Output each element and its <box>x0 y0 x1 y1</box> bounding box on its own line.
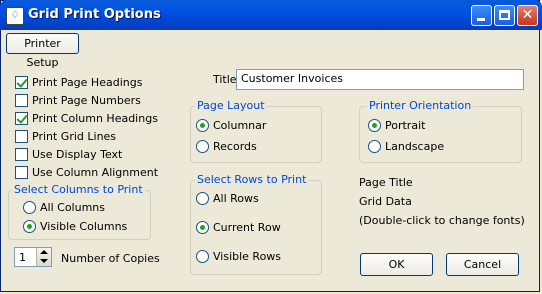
print-page-headings-label: Print Page Headings <box>32 76 143 89</box>
cancel-button[interactable]: Cancel <box>446 253 519 276</box>
stepper-arrows[interactable] <box>36 248 51 266</box>
visible-columns-radio[interactable] <box>23 220 36 233</box>
print-column-headings-checkbox[interactable] <box>15 112 28 125</box>
visible-rows-radio[interactable] <box>196 250 209 263</box>
visible-columns-label: Visible Columns <box>40 220 128 233</box>
page-title-font-sample[interactable]: Page Title <box>359 176 413 189</box>
print-grid-lines-label: Print Grid Lines <box>32 130 117 143</box>
columnar-radio[interactable] <box>196 119 209 132</box>
all-rows-radio[interactable] <box>196 192 209 205</box>
records-radio[interactable] <box>196 140 209 153</box>
stepper-down-icon[interactable] <box>40 259 48 263</box>
maximize-icon <box>499 10 510 20</box>
stepper-up-icon[interactable] <box>40 250 48 254</box>
use-display-text-label: Use Display Text <box>32 148 123 161</box>
use-column-alignment-checkbox[interactable] <box>15 166 28 179</box>
title-field-label: Title <box>213 73 237 86</box>
columnar-label: Columnar <box>213 119 267 132</box>
use-column-alignment-label: Use Column Alignment <box>32 166 159 179</box>
font-change-hint: (Double-click to change fonts) <box>359 214 525 227</box>
landscape-label: Landscape <box>385 140 445 153</box>
print-page-numbers-checkbox[interactable] <box>15 94 28 107</box>
current-row-label: Current Row <box>213 221 281 234</box>
portrait-label: Portrait <box>385 119 426 132</box>
all-columns-radio[interactable] <box>23 201 36 214</box>
records-label: Records <box>213 140 257 153</box>
all-rows-label: All Rows <box>213 192 259 205</box>
grid-data-font-sample[interactable]: Grid Data <box>359 195 412 208</box>
current-row-radio[interactable] <box>196 221 209 234</box>
minimize-icon <box>477 18 485 21</box>
close-button[interactable]: ✕ <box>517 5 538 26</box>
visible-rows-label: Visible Rows <box>213 250 282 263</box>
app-icon: ♢ <box>6 7 24 25</box>
ok-button[interactable]: OK <box>360 253 433 276</box>
landscape-radio[interactable] <box>368 140 381 153</box>
copies-value: 1 <box>19 251 26 264</box>
use-display-text-checkbox[interactable] <box>15 148 28 161</box>
title-input[interactable]: Customer Invoices <box>236 69 524 90</box>
minimize-button[interactable] <box>471 5 492 26</box>
printer-orientation-group <box>359 106 522 163</box>
maximize-button[interactable] <box>494 5 515 26</box>
print-page-headings-checkbox[interactable] <box>15 76 28 89</box>
print-grid-lines-checkbox[interactable] <box>15 130 28 143</box>
portrait-radio[interactable] <box>368 119 381 132</box>
page-layout-title: Page Layout <box>195 99 267 112</box>
printer-orientation-title: Printer Orientation <box>367 99 474 112</box>
all-columns-label: All Columns <box>40 201 105 214</box>
select-columns-title: Select Columns to Print <box>12 183 145 196</box>
print-column-headings-label: Print Column Headings <box>32 112 158 125</box>
select-rows-title: Select Rows to Print <box>195 173 309 186</box>
page-layout-group <box>190 106 322 163</box>
print-page-numbers-label: Print Page Numbers <box>32 94 141 107</box>
copies-stepper[interactable]: 1 <box>14 247 52 267</box>
title-bar[interactable]: ♢ Grid Print Options ✕ <box>0 0 542 30</box>
window-title: Grid Print Options <box>28 7 161 22</box>
number-of-copies-label: Number of Copies <box>61 252 160 265</box>
printer-setup-button[interactable]: Printer Setup <box>6 33 79 69</box>
close-icon: ✕ <box>521 7 534 23</box>
